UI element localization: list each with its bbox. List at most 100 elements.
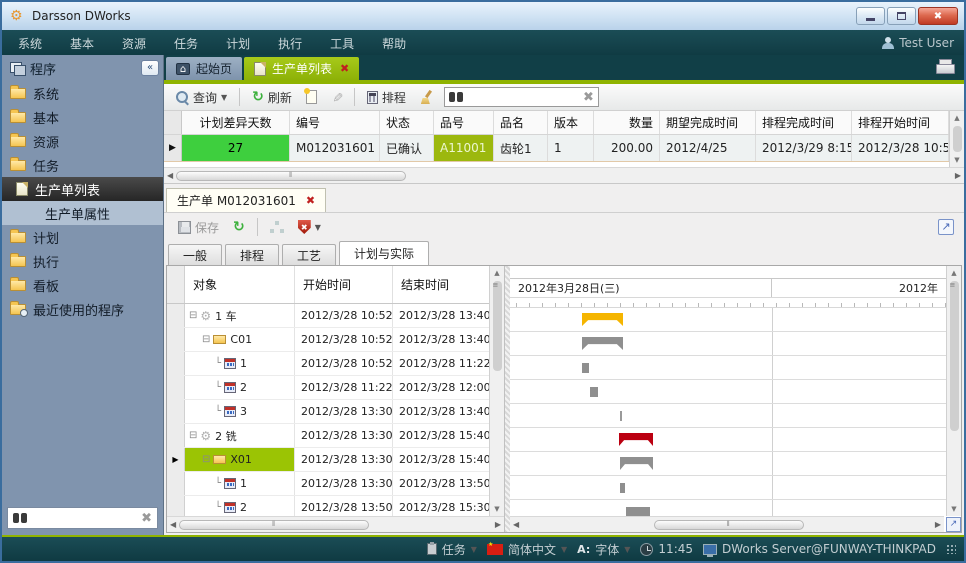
tree-row-selector[interactable] xyxy=(167,424,185,447)
popout-icon[interactable]: ↗ xyxy=(938,219,954,235)
column-header-品号[interactable]: 品号 xyxy=(434,111,494,134)
tree-object-cell[interactable]: ⊟⚙1 车 xyxy=(185,304,295,327)
sidebar-collapse-button[interactable]: « xyxy=(141,60,159,76)
save-button[interactable]: 保存 xyxy=(174,217,223,238)
cell-品名[interactable]: 齿轮1 xyxy=(494,135,548,161)
row-selector[interactable]: ▶ xyxy=(164,135,182,161)
column-header-版本[interactable]: 版本 xyxy=(548,111,594,134)
tree-row-X01[interactable]: ▶⊟X012012/3/28 13:302012/3/28 15:40 xyxy=(167,448,489,472)
gantt-bar[interactable] xyxy=(626,507,650,516)
sidebar-item-生产单属性[interactable]: 生产单属性 xyxy=(2,201,163,225)
gantt-vertical-scrollbar[interactable]: ▲≡▼ xyxy=(946,266,961,516)
printer-icon[interactable] xyxy=(936,62,954,74)
clear-search-icon[interactable]: ✖ xyxy=(141,511,152,526)
tree-object-cell[interactable]: └1 xyxy=(185,472,295,495)
tree-object-cell[interactable]: ⊟C01 xyxy=(185,328,295,351)
menu-item-系统[interactable]: 系统 xyxy=(18,37,42,51)
detail-doc-tab[interactable]: 生产单 M012031601 ✖ xyxy=(166,188,326,212)
maximize-button[interactable] xyxy=(887,7,916,25)
tree-row-selector[interactable] xyxy=(167,496,185,516)
clear-search-icon[interactable]: ✖ xyxy=(583,90,594,105)
tree-row-1 车[interactable]: ⊟⚙1 车2012/3/28 10:522012/3/28 13:40 xyxy=(167,304,489,328)
expand-toggle-icon[interactable]: ⊟ xyxy=(189,310,197,321)
cell-排程完成时间[interactable]: 2012/3/29 8:15 xyxy=(756,135,852,161)
tree-row-1[interactable]: └12012/3/28 13:302012/3/28 13:50 xyxy=(167,472,489,496)
resize-grip[interactable] xyxy=(946,544,956,554)
tree-row-selector[interactable] xyxy=(167,472,185,495)
cell-状态[interactable]: 已确认 xyxy=(380,135,434,161)
minimize-button[interactable] xyxy=(856,7,885,25)
grid-horizontal-scrollbar[interactable]: ◀ ⦀ ▶ xyxy=(164,167,964,183)
tree-row-C01[interactable]: ⊟C012012/3/28 10:522012/3/28 13:40 xyxy=(167,328,489,352)
tree-row-selector[interactable]: ▶ xyxy=(167,448,185,471)
sidebar-item-系统[interactable]: 系统 xyxy=(2,81,163,105)
column-header-状态[interactable]: 状态 xyxy=(380,111,434,134)
tree-row-2 铣[interactable]: ⊟⚙2 铣2012/3/28 13:302012/3/28 15:40 xyxy=(167,424,489,448)
validate-dropdown-caret[interactable]: ▼ xyxy=(315,223,321,232)
column-header-品名[interactable]: 品名 xyxy=(494,111,548,134)
cell-版本[interactable]: 1 xyxy=(548,135,594,161)
tree-horizontal-scrollbar[interactable]: ◀ ⦀ ▶ xyxy=(167,516,504,532)
close-button[interactable]: ✖ xyxy=(918,7,958,25)
grid-vertical-scrollbar[interactable]: ▲▼ xyxy=(949,111,964,167)
query-dropdown-caret[interactable]: ▼ xyxy=(221,93,227,102)
column-header-排程开始时间[interactable]: 排程开始时间 xyxy=(852,111,949,134)
expand-toggle-icon[interactable]: ⊟ xyxy=(202,454,210,465)
subtab-排程[interactable]: 排程 xyxy=(225,244,279,265)
font-selector[interactable]: A: 字体▼ xyxy=(577,541,630,558)
subtab-计划与实际[interactable]: 计划与实际 xyxy=(339,241,429,265)
gantt-bar[interactable] xyxy=(620,457,653,470)
menu-item-资源[interactable]: 资源 xyxy=(122,37,146,51)
cell-期望完成时间[interactable]: 2012/4/25 xyxy=(660,135,756,161)
cell-计划差异天数[interactable]: 27 xyxy=(182,135,290,161)
gantt-popout-icon[interactable]: ↗ xyxy=(946,517,961,532)
tree-object-cell[interactable]: ⊟X01 xyxy=(185,448,295,471)
expand-toggle-icon[interactable]: ⊟ xyxy=(189,430,197,441)
relation-button[interactable] xyxy=(266,219,288,235)
column-header-数量[interactable]: 数量 xyxy=(594,111,660,134)
new-button[interactable] xyxy=(302,88,321,106)
task-status-button[interactable]: 任务▼ xyxy=(427,541,477,558)
tree-object-cell[interactable]: └2 xyxy=(185,376,295,399)
sidebar-item-资源[interactable]: 资源 xyxy=(2,129,163,153)
query-button[interactable]: 查询▼ xyxy=(172,87,231,108)
tree-vertical-scrollbar[interactable]: ▲≡▼ xyxy=(489,266,504,516)
gantt-bar[interactable] xyxy=(620,483,625,493)
validate-button[interactable]: ✖ ▼ xyxy=(294,218,325,236)
sidebar-item-执行[interactable]: 执行 xyxy=(2,249,163,273)
tab-起始页[interactable]: ⌂起始页 xyxy=(166,57,242,80)
column-header-编号[interactable]: 编号 xyxy=(290,111,380,134)
tree-row-selector[interactable] xyxy=(167,304,185,327)
sidebar-item-看板[interactable]: 看板 xyxy=(2,273,163,297)
sidebar-item-计划[interactable]: 计划 xyxy=(2,225,163,249)
column-header-排程完成时间[interactable]: 排程完成时间 xyxy=(756,111,852,134)
tree-column-header-结束时间[interactable]: 结束时间 xyxy=(393,266,491,303)
cell-编号[interactable]: M012031601 xyxy=(290,135,380,161)
sidebar-item-任务[interactable]: 任务 xyxy=(2,153,163,177)
table-row[interactable]: ▶27M012031601已确认A11001齿轮11200.002012/4/2… xyxy=(164,135,949,162)
tree-column-header-开始时间[interactable]: 开始时间 xyxy=(295,266,393,303)
close-detail-tab-icon[interactable]: ✖ xyxy=(306,194,315,207)
sidebar-item-基本[interactable]: 基本 xyxy=(2,105,163,129)
detail-refresh-button[interactable]: ↻ xyxy=(229,219,249,236)
gantt-bar[interactable] xyxy=(582,313,623,326)
gantt-bar[interactable] xyxy=(620,411,622,421)
tree-row-1[interactable]: └12012/3/28 10:522012/3/28 11:22 xyxy=(167,352,489,376)
menu-item-任务[interactable]: 任务 xyxy=(174,37,198,51)
grid-search-box[interactable]: ✖ xyxy=(444,87,599,107)
menu-item-帮助[interactable]: 帮助 xyxy=(382,37,406,51)
tree-object-cell[interactable]: ⊟⚙2 铣 xyxy=(185,424,295,447)
gantt-bar[interactable] xyxy=(619,433,653,446)
menu-item-执行[interactable]: 执行 xyxy=(278,37,302,51)
schedule-button[interactable]: 排程 xyxy=(363,87,410,108)
tree-row-3[interactable]: └32012/3/28 13:302012/3/28 13:40 xyxy=(167,400,489,424)
cell-品号[interactable]: A11001 xyxy=(434,135,494,161)
tree-object-cell[interactable]: └2 xyxy=(185,496,295,516)
gantt-bar[interactable] xyxy=(590,387,598,397)
tree-object-cell[interactable]: └1 xyxy=(185,352,295,375)
sidebar-item-最近使用的程序[interactable]: 最近使用的程序 xyxy=(2,297,163,321)
menu-item-工具[interactable]: 工具 xyxy=(330,37,354,51)
refresh-button[interactable]: ↻ 刷新 xyxy=(248,87,296,108)
menu-item-基本[interactable]: 基本 xyxy=(70,37,94,51)
column-header-计划差异天数[interactable]: 计划差异天数 xyxy=(182,111,290,134)
